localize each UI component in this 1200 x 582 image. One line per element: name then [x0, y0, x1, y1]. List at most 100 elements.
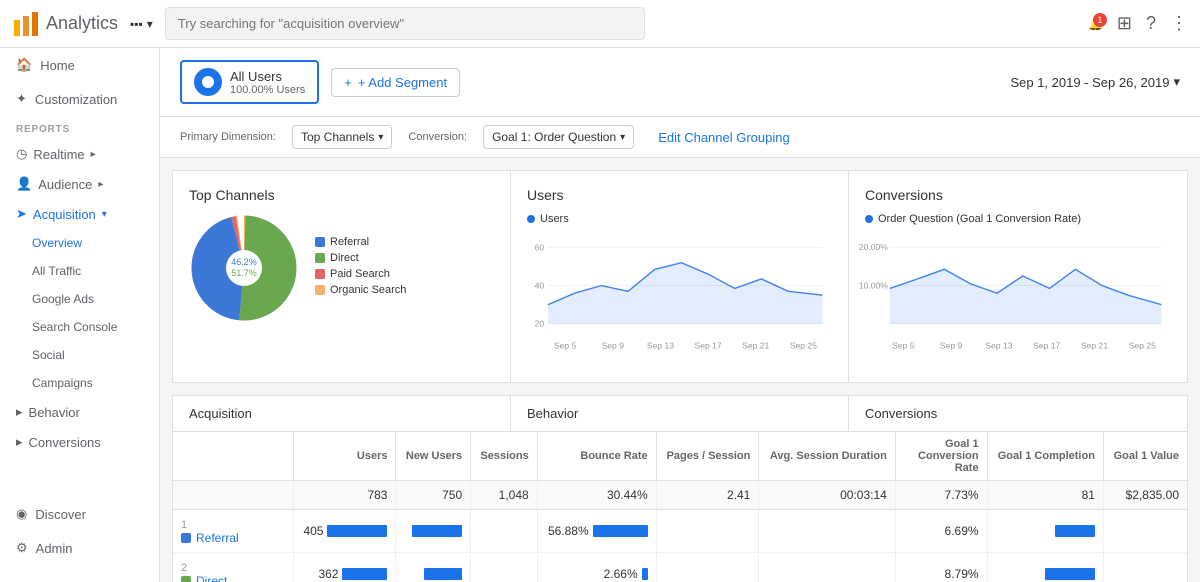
notification-icon[interactable]: 🔔 1 [1088, 17, 1103, 31]
profile-selector[interactable]: ▪▪▪ ▾ [130, 17, 153, 31]
sidebar-item-label: Conversions [29, 435, 101, 450]
totals-row: 783 750 1,048 30.44% 2.41 00:03:14 7.73%… [173, 481, 1187, 510]
app-title: Analytics [46, 13, 118, 34]
topbar: Analytics ▪▪▪ ▾ 🔔 1 ⊞ ? ⋮ [0, 0, 1200, 48]
svg-text:51.7%: 51.7% [231, 268, 257, 278]
plus-icon: + [344, 75, 352, 90]
users-chart: Users Users 60 40 20 [511, 171, 849, 382]
completion-col-header[interactable]: Goal 1 Completion [987, 432, 1103, 481]
sidebar-item-label: Home [40, 58, 75, 73]
svg-text:Sep 5: Sep 5 [554, 341, 577, 351]
sidebar-item-label: Discover [35, 507, 86, 522]
sidebar: 🏠 Home ✦ Customization REPORTS ◷ Realtim… [0, 48, 160, 582]
sidebar-item-realtime[interactable]: ◷ Realtime ▸ [0, 139, 159, 169]
sidebar-item-audience[interactable]: 👤 Audience ▸ [0, 169, 159, 199]
controls-bar: Primary Dimension: Top Channels ▾ Conver… [160, 117, 1200, 158]
conversions-chart: Conversions Order Question (Goal 1 Conve… [849, 171, 1187, 382]
add-segment-button[interactable]: + + Add Segment [331, 68, 460, 97]
sidebar-sub-campaigns[interactable]: Campaigns [0, 369, 159, 397]
bounce-rate-cell: 2.66% [537, 553, 656, 582]
new-users-bar [424, 568, 462, 580]
sidebar-item-discover[interactable]: ◉ Discover [0, 497, 159, 531]
total-users: 783 [293, 481, 396, 510]
conversion-dropdown[interactable]: Goal 1: Order Question ▾ [483, 125, 634, 149]
sidebar-sub-social[interactable]: Social [0, 341, 159, 369]
sidebar-item-conversions[interactable]: ▸ Conversions [0, 427, 159, 457]
conversions-icon: ▸ [16, 434, 23, 450]
channel-col-header[interactable] [173, 432, 293, 481]
apps-icon[interactable]: ⊞ [1117, 13, 1132, 34]
notification-badge: 1 [1093, 13, 1107, 27]
sidebar-item-acquisition[interactable]: ➤ Acquisition ▾ [0, 199, 159, 229]
sessions-col-header[interactable]: Sessions [471, 432, 538, 481]
direct-link[interactable]: Direct [181, 574, 285, 582]
primary-dimension-dropdown[interactable]: Top Channels ▾ [292, 125, 392, 149]
users-legend-label: Users [540, 213, 569, 225]
channel-cell: 2 Direct [173, 553, 293, 582]
data-table: Users New Users Sessions Bounce Rate Pag… [173, 432, 1187, 582]
referral-label: Referral [196, 531, 239, 545]
chevron-right-icon: ▸ [91, 149, 96, 160]
conversions-legend-label: Order Question (Goal 1 Conversion Rate) [878, 213, 1081, 225]
total-label [173, 481, 293, 510]
sidebar-item-customization[interactable]: ✦ Customization [0, 82, 159, 116]
sidebar-item-home[interactable]: 🏠 Home [0, 48, 159, 82]
svg-text:Sep 21: Sep 21 [1081, 341, 1108, 351]
edit-channel-grouping-link[interactable]: Edit Channel Grouping [658, 130, 790, 145]
search-input[interactable] [165, 7, 645, 40]
sidebar-item-admin[interactable]: ⚙ Admin [0, 531, 159, 565]
direct-label: Direct [196, 574, 227, 582]
users-line-chart: 60 40 20 Sep 5 Sep 9 Sep 13 Sep 17 [527, 233, 832, 363]
chevron-down-icon: ▾ [102, 209, 107, 220]
new-users-cell [396, 510, 471, 553]
date-range-arrow: ▾ [1173, 74, 1180, 90]
main-layout: 🏠 Home ✦ Customization REPORTS ◷ Realtim… [0, 48, 1200, 582]
audience-icon: 👤 [16, 176, 32, 192]
pie-legend: Referral Direct Paid Search Organic [315, 236, 406, 300]
segment-info: All Users 100.00% Users [230, 69, 305, 96]
sidebar-sub-google-ads[interactable]: Google Ads [0, 285, 159, 313]
profile-icon: ▪▪▪ [130, 17, 143, 31]
primary-dimension-label: Primary Dimension: [180, 131, 276, 143]
more-icon[interactable]: ⋮ [1170, 13, 1188, 34]
conversion-rate-col-header[interactable]: Goal 1 Conversion Rate [895, 432, 987, 481]
sidebar-reports-label: REPORTS [0, 116, 159, 139]
bounce-rate-col-header[interactable]: Bounce Rate [537, 432, 656, 481]
segment-donut-icon [194, 68, 222, 96]
charts-section: Top Channels 46.2% 51.7% [172, 170, 1188, 383]
all-users-segment[interactable]: All Users 100.00% Users [180, 60, 319, 104]
date-range-selector[interactable]: Sep 1, 2019 - Sep 26, 2019 ▾ [1010, 74, 1180, 90]
pages-session-cell [656, 553, 759, 582]
sidebar-item-label: Audience [38, 177, 92, 192]
value-col-header[interactable]: Goal 1 Value [1103, 432, 1187, 481]
svg-text:Sep 17: Sep 17 [1033, 341, 1060, 351]
sidebar-item-behavior[interactable]: ▸ Behavior [0, 397, 159, 427]
sidebar-sub-overview[interactable]: Overview [0, 229, 159, 257]
legend-direct: Direct [315, 252, 406, 264]
legend-label: Paid Search [330, 268, 390, 280]
referral-link[interactable]: Referral [181, 531, 285, 545]
sidebar-sub-search-console[interactable]: Search Console [0, 313, 159, 341]
avg-duration-col-header[interactable]: Avg. Session Duration [759, 432, 896, 481]
paid-color [315, 269, 325, 279]
bounce-bar [642, 568, 648, 580]
data-table-section: Acquisition Behavior Conversions Users N… [172, 395, 1188, 582]
users-col-header[interactable]: Users [293, 432, 396, 481]
pages-session-col-header[interactable]: Pages / Session [656, 432, 759, 481]
users-cell: 362 [293, 553, 396, 582]
svg-text:Sep 5: Sep 5 [892, 341, 915, 351]
behavior-group-header: Behavior [511, 396, 849, 431]
acquisition-icon: ➤ [16, 206, 27, 222]
total-value: $2,835.00 [1103, 481, 1187, 510]
dropdown-arrow-icon: ▾ [378, 132, 383, 143]
help-icon[interactable]: ? [1146, 13, 1156, 34]
search-bar[interactable] [165, 7, 645, 40]
sidebar-sub-all-traffic[interactable]: All Traffic [0, 257, 159, 285]
table-group-headers: Acquisition Behavior Conversions [173, 396, 1187, 432]
top-channels-title: Top Channels [189, 187, 494, 203]
value-cell [1103, 553, 1187, 582]
date-range-text: Sep 1, 2019 - Sep 26, 2019 [1010, 75, 1169, 90]
new-users-col-header[interactable]: New Users [396, 432, 471, 481]
discover-icon: ◉ [16, 506, 27, 522]
total-bounce-rate: 30.44% [537, 481, 656, 510]
